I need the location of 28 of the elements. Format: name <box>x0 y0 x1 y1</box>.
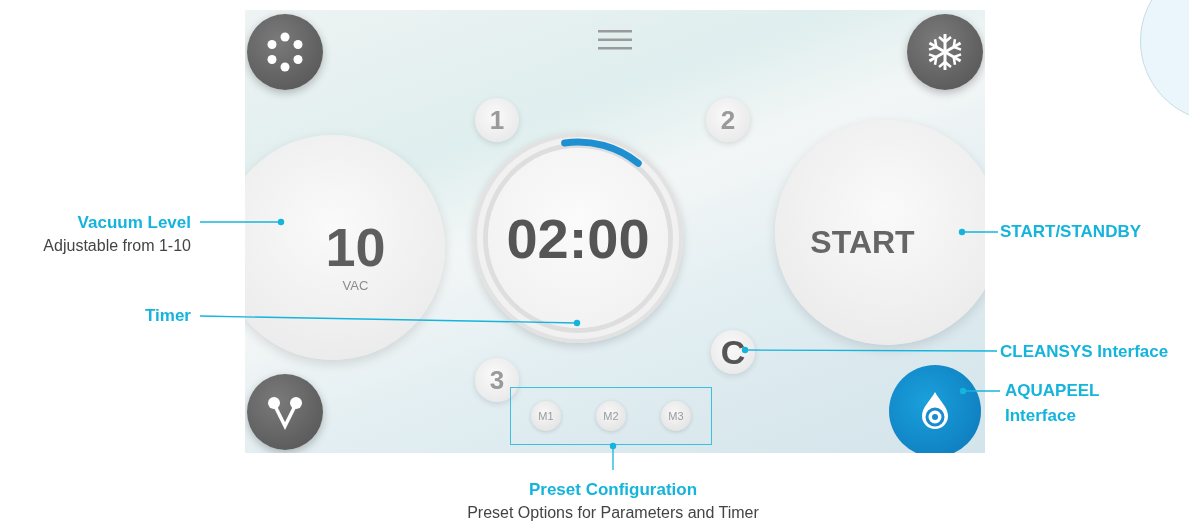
droplet-target-icon <box>920 391 950 431</box>
memory-preset-button[interactable]: M1 <box>531 401 561 431</box>
callout-description: Adjustable from 1-10 <box>42 236 191 256</box>
callout-description: Preset Options for Parameters and Timer <box>466 503 760 523</box>
vacuum-unit: VAC <box>342 278 369 293</box>
leader-line <box>609 442 617 471</box>
leader-line <box>959 387 1001 395</box>
memory-preset-button[interactable]: M2 <box>596 401 626 431</box>
v-button[interactable] <box>247 374 323 450</box>
vacuum-dial[interactable]: 10 VAC <box>245 135 445 360</box>
timer-dial[interactable]: 02:00 <box>473 133 683 343</box>
callout-title: AQUAPEEL Interface <box>1005 380 1101 427</box>
callout-title: Vacuum Level <box>76 212 191 234</box>
preset-button[interactable]: 3 <box>475 358 519 402</box>
callout-title: Timer <box>144 305 191 327</box>
preset-button[interactable]: 1 <box>475 98 519 142</box>
leader-line <box>958 228 999 236</box>
callout-title: Preset Configuration <box>527 479 699 501</box>
start-button[interactable]: START <box>775 120 985 345</box>
snowflake-button[interactable] <box>907 14 983 90</box>
cleansys-button[interactable]: C <box>711 330 755 374</box>
vacuum-value: 10 <box>325 220 386 274</box>
callout-title: START/STANDBY <box>1000 221 1143 243</box>
memory-preset-button[interactable]: M3 <box>661 401 691 431</box>
preset-button[interactable]: 2 <box>706 98 750 142</box>
timer-display: 02:00 <box>506 205 650 271</box>
dots-button[interactable] <box>247 14 323 90</box>
callout-title: CLEANSYS Interface <box>1000 341 1170 363</box>
